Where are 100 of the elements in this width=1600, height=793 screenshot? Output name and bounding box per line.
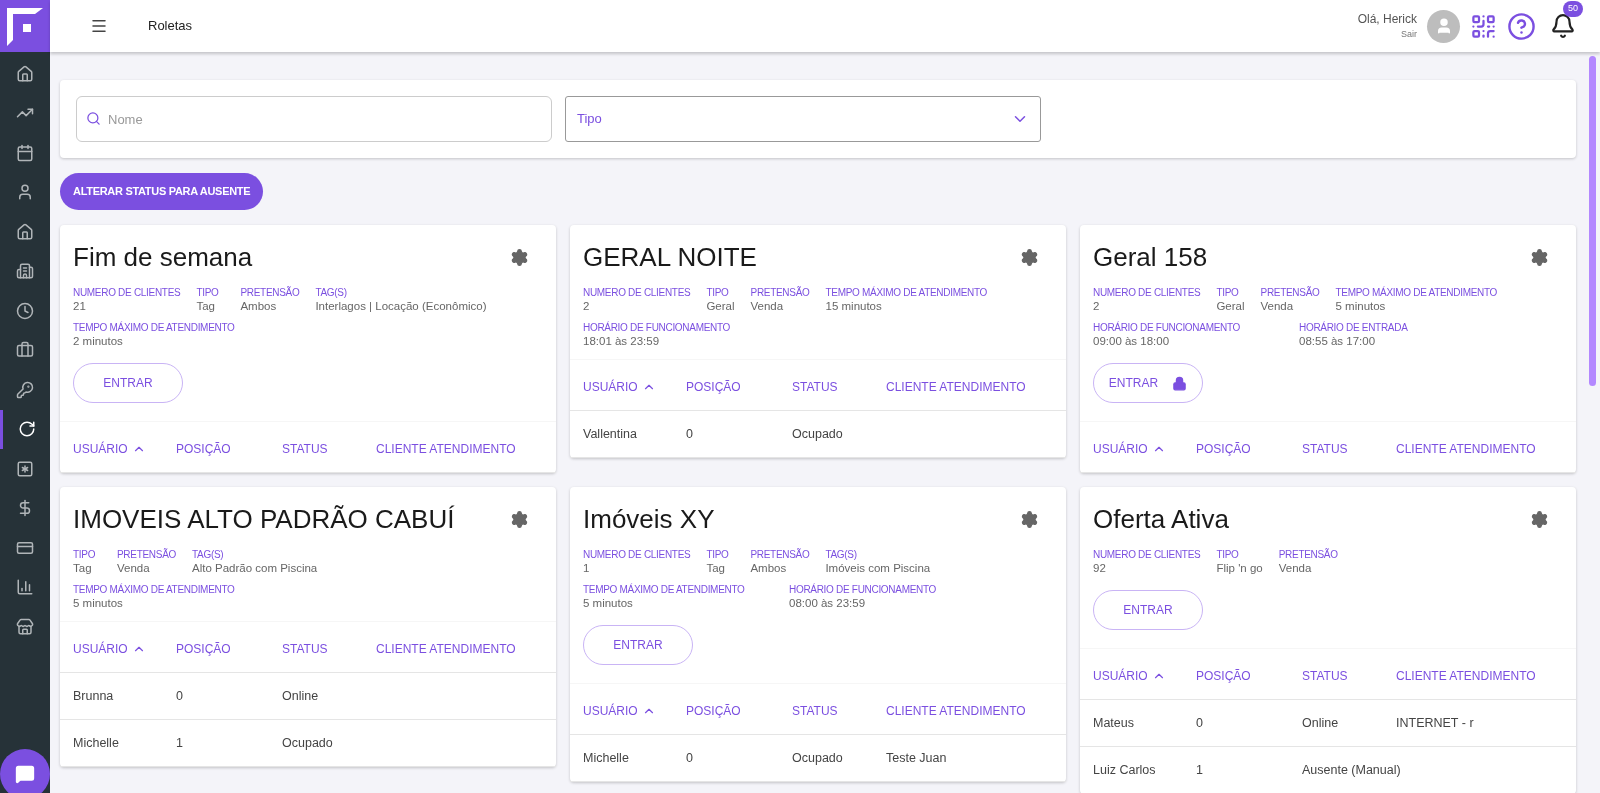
table-cell-text: 0	[686, 425, 694, 443]
field-value: 08:55 às 17:00	[1299, 334, 1377, 349]
field-value: Tag	[196, 299, 216, 314]
field-value: Alto Padrão com Piscina	[192, 561, 318, 576]
field-label: TIPO	[706, 287, 730, 299]
field-value: Flip 'n go	[1216, 561, 1263, 576]
column-header[interactable]: CLIENTE ATENDIMENTO	[886, 378, 1053, 396]
qr-code-icon[interactable]	[1470, 12, 1497, 40]
field-label: TAG(S)	[825, 549, 858, 561]
column-header[interactable]: STATUS	[792, 378, 886, 396]
column-header[interactable]: USUÁRIO	[583, 702, 686, 720]
field-label: NUMERO DE CLIENTES	[73, 287, 181, 299]
column-header[interactable]: STATUS	[282, 440, 376, 458]
greeting: Olá, Herick	[1357, 11, 1417, 29]
column-header[interactable]: CLIENTE ATENDIMENTO	[1396, 440, 1563, 458]
type-select[interactable]: Tipo	[565, 96, 1041, 142]
home-icon	[16, 64, 34, 83]
field-value: 18:01 às 23:59	[583, 334, 661, 349]
field-label: PRETENSÃO	[750, 287, 810, 299]
field-value: Ambos	[750, 561, 788, 576]
settings-icon[interactable]	[1530, 248, 1549, 267]
column-header[interactable]: USUÁRIO	[1093, 667, 1196, 685]
search-icon	[86, 111, 101, 126]
briefcase-icon	[16, 341, 34, 360]
field-label: TIPO	[1216, 287, 1240, 299]
column-header[interactable]: POSIÇÃO	[1196, 440, 1302, 458]
table-cell-text: Ocupado	[792, 749, 844, 767]
building-icon	[16, 262, 34, 281]
column-header[interactable]: USUÁRIO	[73, 640, 176, 658]
settings-icon[interactable]	[1020, 248, 1039, 267]
chat-button[interactable]	[0, 749, 50, 793]
table-cell-text: Online	[1302, 714, 1340, 732]
settings-icon[interactable]	[510, 248, 529, 267]
notification-badge: 50	[1563, 1, 1583, 17]
column-header[interactable]: STATUS	[282, 640, 376, 658]
field-value: Ambos	[240, 299, 278, 314]
status-button[interactable]: ALTERAR STATUS PARA AUSENTE	[60, 173, 264, 210]
table-cell-text: 0	[176, 687, 184, 705]
column-header[interactable]: POSIÇÃO	[686, 702, 792, 720]
table-cell-text: 1	[1196, 761, 1204, 779]
person-icon	[16, 183, 34, 202]
field-label: HORÁRIO DE FUNCIONAMENTO	[1093, 322, 1242, 334]
column-header[interactable]: STATUS	[792, 702, 886, 720]
column-header[interactable]: USUÁRIO	[583, 378, 686, 396]
field-label: NUMERO DE CLIENTES	[583, 287, 691, 299]
field-label: HORÁRIO DE FUNCIONAMENTO	[789, 584, 938, 596]
search-field[interactable]: Nome	[76, 96, 552, 142]
settings-icon[interactable]	[1020, 510, 1039, 529]
table-cell-text: Luiz Carlos	[1093, 761, 1157, 779]
field-label: PRETENSÃO	[117, 549, 176, 561]
field-value: Venda	[750, 299, 785, 314]
column-header[interactable]: USUÁRIO	[73, 440, 176, 458]
field-value: Geral	[706, 299, 735, 314]
settings-icon[interactable]	[1530, 510, 1549, 529]
menu-icon[interactable]	[90, 17, 108, 35]
field-value: 5 minutos	[73, 596, 124, 611]
field-label: TEMPO MÁXIMO DE ATENDIMENTO	[73, 584, 236, 596]
column-header[interactable]: STATUS	[1302, 667, 1396, 685]
field-label: TEMPO MÁXIMO DE ATENDIMENTO	[1335, 287, 1498, 299]
help-icon[interactable]	[1507, 11, 1536, 41]
settings-icon[interactable]	[510, 510, 529, 529]
table-cell-text: Ocupado	[792, 425, 844, 443]
field-label: TEMPO MÁXIMO DE ATENDIMENTO	[825, 287, 988, 299]
column-header[interactable]: POSIÇÃO	[176, 440, 282, 458]
page-title: Roletas	[148, 17, 193, 36]
column-header[interactable]: CLIENTE ATENDIMENTO	[1396, 667, 1563, 685]
logout-link[interactable]: Sair	[1401, 28, 1417, 42]
field-value: Tag	[73, 561, 93, 576]
field-label: TIPO	[73, 549, 97, 561]
card-title: IMOVEIS ALTO PADRÃO CABUÍ	[73, 503, 455, 535]
field-label: TIPO	[1216, 549, 1240, 561]
table-cell-text: 0	[686, 749, 694, 767]
house-icon	[16, 222, 34, 241]
column-header[interactable]: POSIÇÃO	[176, 640, 282, 658]
card-title: GERAL NOITE	[583, 241, 757, 273]
table-cell-text: 1	[176, 734, 184, 752]
field-value: 5 minutos	[583, 596, 634, 611]
column-header[interactable]: POSIÇÃO	[686, 378, 792, 396]
column-header[interactable]: CLIENTE ATENDIMENTO	[376, 440, 543, 458]
field-value: Venda	[117, 561, 151, 576]
table-cell-text: Michelle	[73, 734, 120, 752]
field-label: HORÁRIO DE ENTRADA	[1299, 322, 1409, 334]
field-value: Imóveis com Piscina	[825, 561, 931, 576]
column-header[interactable]: STATUS	[1302, 440, 1396, 458]
column-header[interactable]: CLIENTE ATENDIMENTO	[886, 702, 1053, 720]
field-label: NUMERO DE CLIENTES	[1093, 287, 1201, 299]
scrollbar[interactable]	[1589, 56, 1596, 386]
column-header[interactable]: USUÁRIO	[1093, 440, 1196, 458]
refresh-icon	[17, 420, 36, 439]
column-header[interactable]: CLIENTE ATENDIMENTO	[376, 640, 543, 658]
column-header[interactable]: POSIÇÃO	[1196, 667, 1302, 685]
field-label: HORÁRIO DE FUNCIONAMENTO	[583, 322, 732, 334]
field-value: 2 minutos	[73, 334, 124, 349]
field-value: Interlagos | Locação (Econômico)	[315, 299, 487, 314]
store-icon	[16, 617, 34, 636]
field-label: TAG(S)	[315, 287, 348, 299]
notifications-icon[interactable]	[1550, 13, 1576, 39]
calendar-icon	[16, 143, 34, 162]
card-title: Oferta Ativa	[1093, 503, 1229, 535]
field-value: 1	[583, 561, 591, 576]
